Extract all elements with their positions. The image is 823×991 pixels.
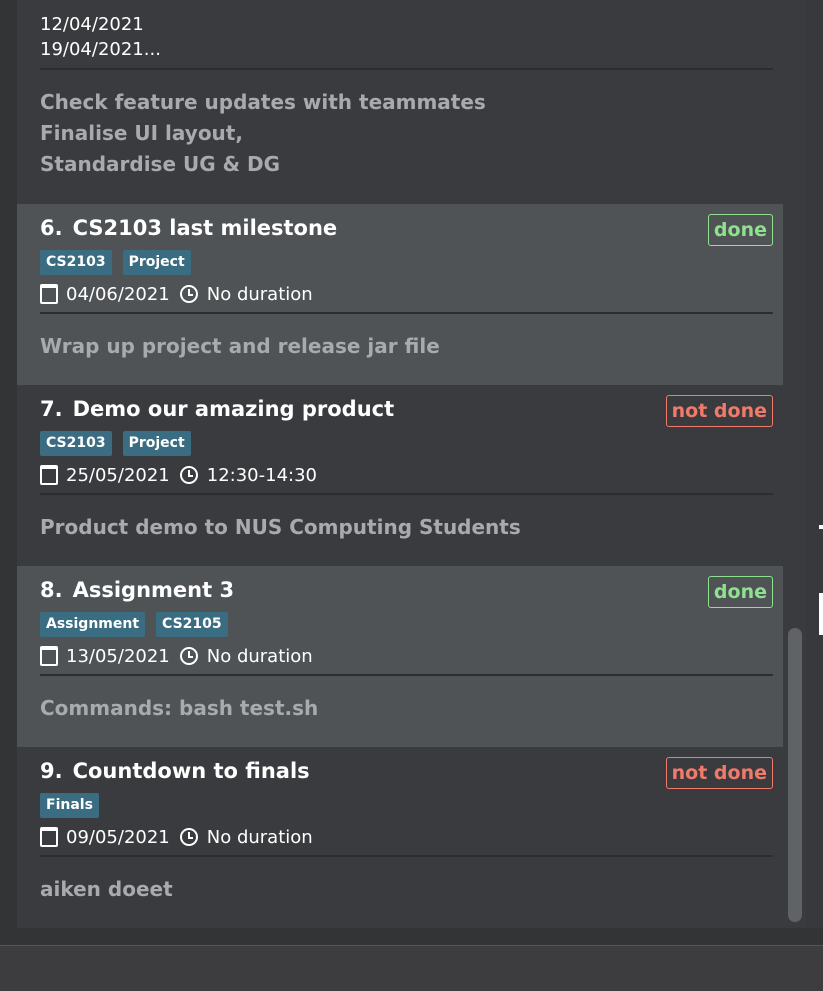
task-card-partial[interactable]: 12/04/2021 19/04/2021... Check feature u… [17, 0, 783, 204]
task-title: 6. CS2103 last milestone [40, 216, 337, 240]
task-card[interactable]: 8. Assignment 3 done Assignment CS2105 13… [17, 566, 783, 747]
task-description: Wrap up project and release jar file [40, 334, 440, 358]
tag-list: Finals [40, 793, 99, 818]
task-title-text: Demo our amazing product [72, 397, 395, 421]
tag: CS2103 [40, 431, 112, 456]
task-card[interactable]: 7. Demo our amazing product not done CS21… [17, 385, 783, 566]
task-duration: No duration [206, 645, 313, 667]
card-separator [40, 674, 773, 676]
task-index: 6. [40, 216, 63, 240]
tag: Project [122, 250, 191, 275]
task-card[interactable]: 9. Countdown to finals not done Finals 09… [17, 747, 783, 928]
task-date: 04/06/2021 [66, 283, 170, 305]
clock-icon [179, 466, 198, 484]
tag-list: CS2103 Project [40, 250, 191, 275]
task-date: 13/05/2021 [66, 645, 170, 667]
tag: Assignment [40, 612, 146, 637]
task-date-start: 12/04/2021 [40, 14, 144, 35]
task-list[interactable]: 12/04/2021 19/04/2021... Check feature u… [17, 0, 783, 928]
task-title: 7. Demo our amazing product [40, 397, 394, 421]
task-duration: No duration [206, 283, 313, 305]
task-meta: 25/05/2021 12:30-14:30 [40, 463, 317, 487]
status-bar [0, 945, 823, 991]
tag: Finals [40, 793, 99, 818]
task-index: 8. [40, 578, 63, 602]
task-description: Check feature updates with teammates Fin… [40, 90, 486, 176]
calendar-icon [40, 646, 58, 666]
task-title: 8. Assignment 3 [40, 578, 234, 602]
task-card[interactable]: 6. CS2103 last milestone done CS2103 Proj… [17, 204, 783, 385]
window-frame-bottom [0, 928, 823, 945]
task-description: Commands: bash test.sh [40, 696, 319, 720]
tag: CS2105 [156, 612, 228, 637]
vertical-scrollbar[interactable] [783, 0, 806, 928]
calendar-icon [40, 827, 58, 847]
window-frame-left [0, 0, 17, 945]
calendar-icon [40, 284, 58, 304]
task-title: 9. Countdown to finals [40, 759, 310, 783]
task-date: 25/05/2021 [66, 464, 170, 486]
tag: Project [122, 431, 191, 456]
task-index: 9. [40, 759, 63, 783]
card-separator [40, 855, 773, 857]
task-meta: 13/05/2021 No duration [40, 644, 313, 668]
task-title-text: CS2103 last milestone [72, 216, 338, 240]
card-separator [40, 68, 773, 70]
task-dates: 12/04/2021 19/04/2021... [40, 12, 161, 62]
clock-icon [179, 647, 198, 665]
task-meta: 09/05/2021 No duration [40, 825, 313, 849]
task-index: 7. [40, 397, 63, 421]
tag-list: CS2103 Project [40, 431, 191, 456]
window-edge-inner [819, 529, 823, 593]
card-separator [40, 312, 773, 314]
task-duration: No duration [206, 826, 313, 848]
status-badge: done [707, 576, 773, 608]
status-badge: not done [665, 757, 773, 789]
task-description: Product demo to NUS Computing Students [40, 515, 521, 539]
status-badge: done [707, 214, 773, 246]
task-meta: 04/06/2021 No duration [40, 282, 313, 306]
scrollbar-thumb[interactable] [788, 628, 802, 922]
task-description: aiken doeet [40, 877, 173, 901]
task-date: 09/05/2021 [66, 826, 170, 848]
clock-icon [179, 828, 198, 846]
tag-list: Assignment CS2105 [40, 612, 228, 637]
clock-icon [179, 285, 198, 303]
tag: CS2103 [40, 250, 112, 275]
card-separator [40, 493, 773, 495]
task-title-text: Assignment 3 [72, 578, 235, 602]
task-title-text: Countdown to finals [72, 759, 310, 783]
calendar-icon [40, 465, 58, 485]
status-badge: not done [665, 395, 773, 427]
app-window: 12/04/2021 19/04/2021... Check feature u… [0, 0, 823, 945]
task-duration: 12:30-14:30 [206, 464, 317, 486]
task-date-end: 19/04/2021... [40, 39, 161, 60]
